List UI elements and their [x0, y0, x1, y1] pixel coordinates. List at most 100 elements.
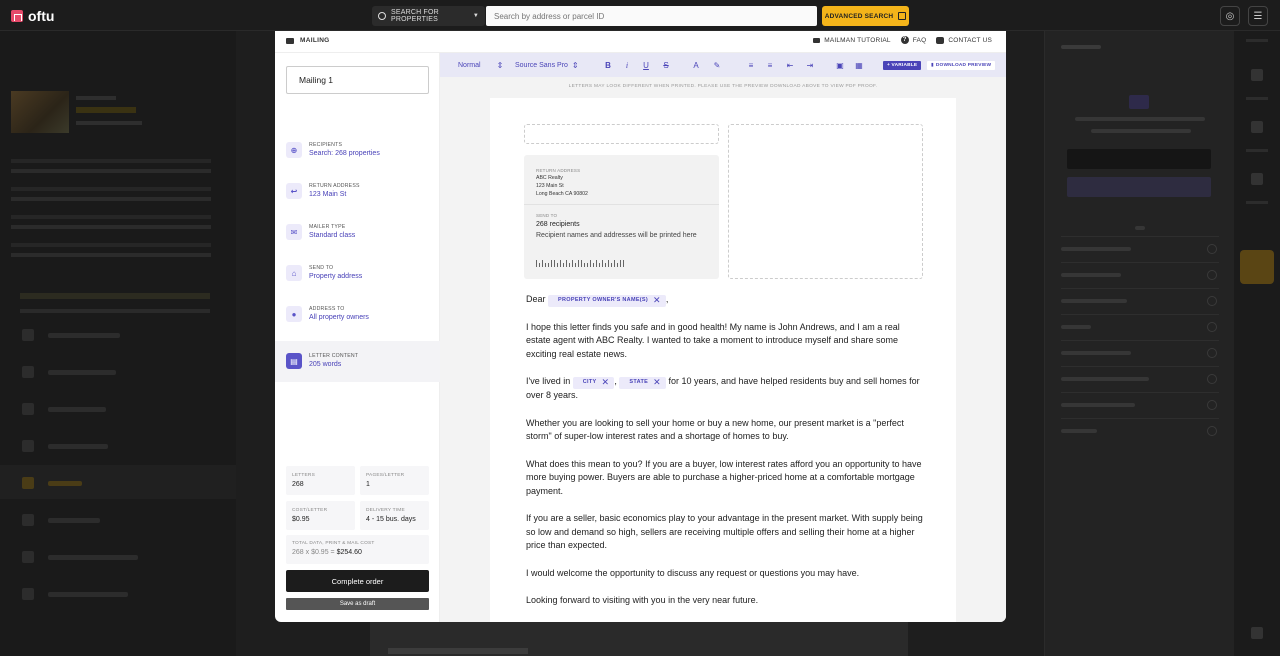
contact-label: CONTACT US: [948, 36, 992, 44]
account-icon[interactable]: ◎: [1220, 6, 1240, 26]
underline-icon[interactable]: U: [640, 59, 652, 71]
close-icon[interactable]: ✕: [653, 294, 661, 308]
paragraph: I hope this letter finds you safe and in…: [526, 321, 900, 359]
bg-menu-item: [0, 502, 236, 536]
chevron-down-icon: ▼: [472, 13, 479, 19]
variable-chip-city[interactable]: CITY ✕: [572, 376, 615, 390]
divider: [524, 204, 719, 205]
background-mailman-panel: [1044, 31, 1234, 656]
step-label: RETURN ADDRESS: [309, 183, 360, 189]
close-icon[interactable]: ✕: [653, 376, 661, 390]
step-label: ADDRESS TO: [309, 306, 345, 312]
print-notice: LETTERS MAY LOOK DIFFERENT WHEN PRINTED.…: [568, 84, 878, 89]
filter-icon: [898, 12, 907, 20]
step-mailer-type[interactable]: ✉ MAILER TYPE Standard class: [275, 212, 440, 253]
stat-pages: PAGES/LETTER 1: [360, 466, 429, 495]
paragraph: Whether you are looking to sell your hom…: [526, 417, 904, 442]
search-type-dropdown[interactable]: SEARCH FOR PROPERTIES ▼: [372, 6, 485, 26]
return-line: Long Beach CA 90802: [536, 191, 588, 197]
recipients-note: Recipient names and addresses will be pr…: [536, 232, 697, 239]
complete-order-button[interactable]: Complete order: [286, 570, 429, 592]
video-icon: [813, 37, 821, 43]
stat-cost: COST/LETTER $0.95: [286, 501, 355, 530]
image-icon[interactable]: ▣: [834, 59, 846, 71]
tutorial-link[interactable]: MAILMAN TUTORIAL: [813, 37, 891, 44]
logo-icon: [11, 10, 23, 22]
highlight-icon[interactable]: ✎: [711, 59, 723, 71]
updown-icon: ⇕: [496, 60, 504, 70]
top-bar: oftu SEARCH FOR PROPERTIES ▼ ADVANCED SE…: [0, 0, 1280, 31]
mailing-steps: ⊕ RECIPIENTS Search: 268 properties ↩ RE…: [275, 53, 440, 622]
save-draft-button[interactable]: Save as draft: [286, 598, 429, 610]
bold-icon[interactable]: B: [602, 59, 614, 71]
return-line: 123 Main St: [536, 183, 564, 189]
total-calc: 268 x $0.95 =: [292, 549, 335, 556]
text-color-icon[interactable]: A: [690, 59, 702, 71]
image-placeholder[interactable]: [728, 124, 923, 279]
bg-menu-item: [0, 428, 236, 462]
step-send-to[interactable]: ⌂ SEND TO Property address: [275, 253, 440, 294]
step-recipients[interactable]: ⊕ RECIPIENTS Search: 268 properties: [275, 130, 440, 171]
envelope-icon: ✉: [286, 224, 302, 240]
outdent-icon[interactable]: ⇤: [784, 59, 796, 71]
step-value: Property address: [309, 273, 363, 280]
stat-letters: LETTERS 268: [286, 466, 355, 495]
step-value: All property owners: [309, 314, 369, 321]
bullet-list-icon[interactable]: ≡: [764, 59, 776, 71]
qr-code-icon[interactable]: ▦: [853, 59, 865, 71]
recipients-count: 268 recipients: [536, 221, 580, 228]
variable-chip-state[interactable]: STATE ✕: [619, 377, 666, 389]
numbered-list-icon[interactable]: ≡: [745, 59, 757, 71]
send-to-label: SEND TO: [536, 213, 558, 218]
italic-icon[interactable]: i: [621, 59, 633, 71]
modal-header: MAILING MAILMAN TUTORIAL ? FAQ CONTACT US: [275, 31, 1006, 53]
paragraph: Looking forward to visiting with you in …: [526, 595, 759, 605]
letter-page: RETURN ADDRESS ABC Realty 123 Main St Lo…: [490, 98, 956, 622]
menu-icon[interactable]: ☰: [1248, 6, 1268, 26]
variable-chip-owner[interactable]: PROPERTY OWNER'S NAME(S) ✕: [548, 294, 666, 308]
logo-placeholder[interactable]: [524, 124, 719, 144]
bg-menu-item: [0, 317, 236, 351]
strikethrough-icon[interactable]: S: [660, 59, 672, 71]
logo-text: oftu: [28, 8, 55, 24]
envelope-preview: RETURN ADDRESS ABC Realty 123 Main St Lo…: [524, 155, 719, 279]
paragraph: What does this mean to you? If you are a…: [526, 458, 922, 496]
mailing-name-input[interactable]: [286, 66, 429, 94]
mail-icon: [286, 37, 294, 44]
editor-toolbar: Normal ⇕ Source Sans Pro ⇕ B i U S A ✎ ≡ ≡…: [440, 53, 1006, 77]
download-preview-button[interactable]: ▮ DOWNLOAD PREVIEW: [927, 61, 996, 70]
step-return-address[interactable]: ↩ RETURN ADDRESS 123 Main St: [275, 171, 440, 212]
return-line: ABC Realty: [536, 175, 563, 181]
search-input[interactable]: [486, 6, 817, 26]
step-label: SEND TO: [309, 265, 334, 271]
step-letter-content[interactable]: ▤ LETTER CONTENT 205 words: [275, 341, 440, 382]
return-address-label: RETURN ADDRESS: [536, 168, 581, 173]
step-address-to[interactable]: ● ADDRESS TO All property owners: [275, 294, 440, 335]
send-icon: ⌂: [286, 265, 302, 281]
bg-menu-item: [0, 539, 236, 573]
barcode-icon: [536, 260, 624, 267]
close-icon[interactable]: ✕: [602, 376, 610, 390]
header-links: MAILMAN TUTORIAL ? FAQ CONTACT US: [813, 36, 992, 44]
advanced-search-label: ADVANCED SEARCH: [824, 12, 894, 20]
stat-delivery: DELIVERY TIME 4 - 15 bus. days: [360, 501, 429, 530]
logo[interactable]: oftu: [11, 8, 54, 24]
step-value: 123 Main St: [309, 191, 347, 198]
search-type-label: SEARCH FOR PROPERTIES: [391, 9, 439, 23]
contact-link[interactable]: CONTACT US: [936, 36, 992, 44]
add-variable-button[interactable]: + VARIABLE: [883, 61, 922, 70]
updown-icon: ⇕: [571, 60, 579, 70]
bg-menu-item: [0, 391, 236, 425]
advanced-search-button[interactable]: ADVANCED SEARCH: [822, 6, 909, 26]
step-label: LETTER CONTENT: [309, 353, 359, 359]
bg-menu-item: [0, 465, 236, 499]
target-icon: ⊕: [286, 142, 302, 158]
step-label: MAILER TYPE: [309, 224, 346, 230]
mailing-modal: MAILING MAILMAN TUTORIAL ? FAQ CONTACT US…: [275, 31, 1006, 622]
font-select[interactable]: Source Sans Pro ⇕: [515, 53, 579, 77]
faq-link[interactable]: ? FAQ: [900, 36, 927, 44]
style-select[interactable]: Normal ⇕: [458, 53, 503, 77]
indent-icon[interactable]: ⇥: [804, 59, 816, 71]
letter-body[interactable]: Dear PROPERTY OWNER'S NAME(S) ✕, I hope t…: [526, 293, 924, 622]
chat-icon: [936, 36, 945, 44]
